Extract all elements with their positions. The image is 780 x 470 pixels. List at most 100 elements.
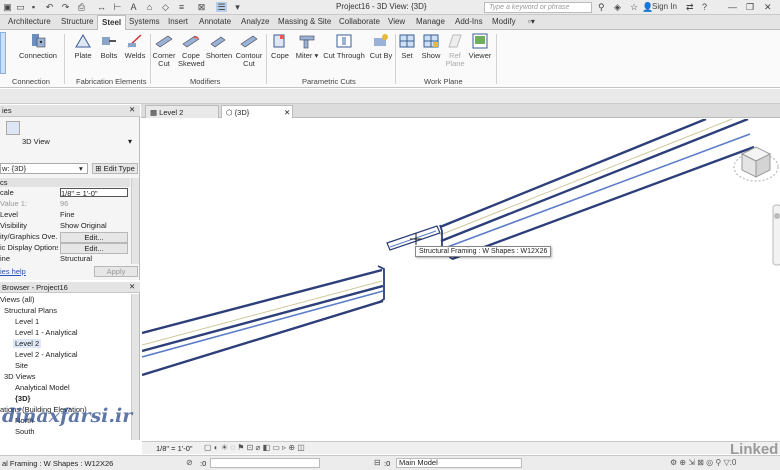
tab-collaborate[interactable]: Collaborate bbox=[339, 17, 380, 26]
navigation-bar[interactable] bbox=[772, 204, 780, 266]
help-icon[interactable]: ? bbox=[702, 2, 707, 12]
tab-insert[interactable]: Insert bbox=[168, 17, 188, 26]
tab-modify[interactable]: Modify bbox=[492, 17, 516, 26]
instance-selector[interactable]: w: {3D} ▾ bbox=[0, 163, 88, 174]
workset-dropdown[interactable] bbox=[210, 458, 320, 468]
bolts-icon bbox=[102, 37, 116, 45]
browser-item-level-1-analytical[interactable]: Level 1 - Analytical bbox=[15, 328, 78, 337]
view-scale-field[interactable]: 1/8" = 1'-0" bbox=[60, 188, 128, 197]
subscription-icon[interactable]: ◈ bbox=[614, 2, 621, 12]
property-row[interactable]: ine Structural bbox=[0, 254, 130, 263]
search-input[interactable]: Type a keyword or phrase bbox=[484, 2, 592, 13]
tab-add-ins[interactable]: Add-Ins bbox=[455, 17, 483, 26]
measure-icon[interactable]: ↔ bbox=[96, 2, 107, 12]
bolts-button[interactable]: Bolts bbox=[96, 32, 122, 60]
browser-item-level-1[interactable]: Level 1 bbox=[15, 317, 39, 326]
properties-help-link[interactable]: ies help bbox=[0, 267, 26, 276]
status-zero: :0 bbox=[200, 459, 207, 468]
tab-analyze[interactable]: Analyze bbox=[241, 17, 269, 26]
modify-tool-edge[interactable] bbox=[0, 32, 6, 74]
tab-view[interactable]: View bbox=[388, 17, 405, 26]
model-canvas[interactable]: Structural Framing : W Shapes : W12X26 bbox=[142, 119, 780, 441]
welds-button[interactable]: Welds bbox=[122, 32, 148, 60]
selection-filter-icons[interactable]: ⚙ ⊕ ⇲ ⊠ ◎ ⚲ ▽:0 bbox=[670, 458, 736, 467]
edit-type-button[interactable]: ⊞ Edit Type bbox=[92, 163, 138, 174]
close-tab-icon[interactable]: ✕ bbox=[284, 108, 290, 117]
contour-cut-button[interactable]: Contour Cut bbox=[234, 32, 264, 68]
binoculars-icon[interactable]: ⚲ bbox=[598, 2, 605, 12]
design-option-dropdown[interactable]: Main Model bbox=[396, 458, 522, 468]
plate-button[interactable]: Plate bbox=[70, 32, 96, 60]
view-type-icon bbox=[6, 121, 20, 135]
viewer-button[interactable]: Viewer bbox=[466, 32, 494, 60]
tag-icon[interactable]: A bbox=[128, 2, 139, 12]
tab-structure[interactable]: Structure bbox=[61, 17, 93, 26]
cope-skewed-button[interactable]: Cope Skewed bbox=[178, 32, 205, 68]
redo-icon[interactable]: ↷ bbox=[60, 2, 71, 12]
corner-cut-button[interactable]: Corner Cut bbox=[152, 32, 176, 68]
browser-item-west[interactable]: West bbox=[15, 438, 32, 440]
3d-view-icon[interactable]: ⌂ bbox=[144, 2, 155, 12]
browser-node-views[interactable]: Views (all) bbox=[0, 295, 34, 304]
beam-right-centerline bbox=[439, 119, 733, 236]
connection-button[interactable]: Connection bbox=[18, 32, 58, 60]
view-scale-control[interactable]: 1/8" = 1'-0" bbox=[156, 444, 193, 453]
property-row[interactable]: Level Fine bbox=[0, 210, 130, 219]
view-tab-3d[interactable]: ⬡ {3D} ✕ bbox=[221, 105, 293, 118]
sign-in-link[interactable]: Sign In bbox=[652, 2, 677, 12]
browser-item-3d[interactable]: {3D} bbox=[15, 394, 30, 403]
view-tab-level-2[interactable]: ▦ Level 2 bbox=[145, 105, 219, 118]
tab-steel[interactable]: Steel bbox=[97, 15, 127, 31]
tab-annotate[interactable]: Annotate bbox=[199, 17, 231, 26]
ref-plane-button[interactable]: Ref Plane bbox=[444, 32, 466, 68]
view-control-icons[interactable]: ▢ ◐ ☀ ◌ ⚑ ⊡ ⌀ ◧ ▭ ▹ ⊕ ◫ bbox=[204, 443, 305, 452]
thin-lines-icon[interactable]: ≡ bbox=[176, 2, 187, 12]
close-icon[interactable]: ✕ bbox=[764, 2, 772, 12]
type-dropdown-icon[interactable]: ▾ bbox=[128, 137, 132, 146]
undo-icon[interactable]: ↶ bbox=[44, 2, 55, 12]
section-icon[interactable]: ◇ bbox=[160, 2, 171, 12]
show-workplane-button[interactable]: Show bbox=[419, 32, 443, 60]
browser-item-analytical-model[interactable]: Analytical Model bbox=[15, 383, 70, 392]
shorten-button[interactable]: Shorten bbox=[204, 32, 234, 60]
print-icon[interactable]: ⎙ bbox=[76, 2, 87, 12]
browser-node-3d-views[interactable]: 3D Views bbox=[4, 372, 36, 381]
star-icon[interactable]: ☆ bbox=[630, 2, 638, 12]
miter-button[interactable]: Miter ▾ bbox=[294, 32, 320, 60]
ribbon-separator bbox=[266, 34, 267, 84]
property-row[interactable]: Visibility Show Original bbox=[0, 221, 130, 230]
minimize-icon[interactable]: — bbox=[728, 2, 737, 12]
apply-button[interactable]: Apply bbox=[94, 266, 138, 277]
exchange-icon[interactable]: ⇄ bbox=[686, 2, 694, 12]
cut-through-button[interactable]: Cut Through bbox=[322, 32, 366, 60]
browser-node-structural-plans[interactable]: Structural Plans bbox=[4, 306, 57, 315]
browser-item-level-2[interactable]: Level 2 bbox=[13, 339, 42, 348]
tab-massing-site[interactable]: Massing & Site bbox=[278, 17, 331, 26]
customize-qa-icon[interactable]: ▾ bbox=[232, 2, 243, 12]
switch-windows-icon[interactable]: ☰ bbox=[216, 2, 227, 12]
app-menu-icon[interactable]: ▣ bbox=[2, 2, 13, 12]
cope-button[interactable]: Cope bbox=[268, 32, 292, 60]
worksets-icon[interactable]: ⊘ bbox=[186, 458, 193, 467]
tab-architecture[interactable]: Architecture bbox=[8, 17, 51, 26]
browser-close-icon[interactable]: ✕ bbox=[129, 282, 135, 291]
browser-item-level-2-analytical[interactable]: Level 2 - Analytical bbox=[15, 350, 78, 359]
dimension-icon[interactable]: ⊢ bbox=[112, 2, 123, 12]
browser-item-south[interactable]: South bbox=[15, 427, 35, 436]
ribbon-options-icon[interactable]: ▫▾ bbox=[528, 17, 535, 26]
properties-close-icon[interactable]: ✕ bbox=[129, 105, 135, 114]
open-icon[interactable]: ▭ bbox=[15, 2, 26, 12]
visibility-edit-button[interactable]: Edit... bbox=[60, 232, 128, 243]
set-workplane-button[interactable]: Set bbox=[397, 32, 417, 60]
tab-systems[interactable]: Systems bbox=[129, 17, 160, 26]
maximize-icon[interactable]: ❐ bbox=[746, 2, 754, 12]
tab-manage[interactable]: Manage bbox=[416, 17, 445, 26]
beam-right-web-edge bbox=[440, 119, 749, 243]
save-icon[interactable]: ▪ bbox=[28, 2, 39, 12]
close-hidden-icon[interactable]: ⊠ bbox=[196, 2, 207, 12]
cut-by-button[interactable]: Cut By bbox=[368, 32, 394, 60]
browser-item-site[interactable]: Site bbox=[15, 361, 28, 370]
display-options-edit-button[interactable]: Edit... bbox=[60, 243, 128, 254]
editing-icon[interactable]: ⊟ bbox=[374, 458, 381, 467]
properties-scrollbar[interactable] bbox=[131, 178, 139, 264]
